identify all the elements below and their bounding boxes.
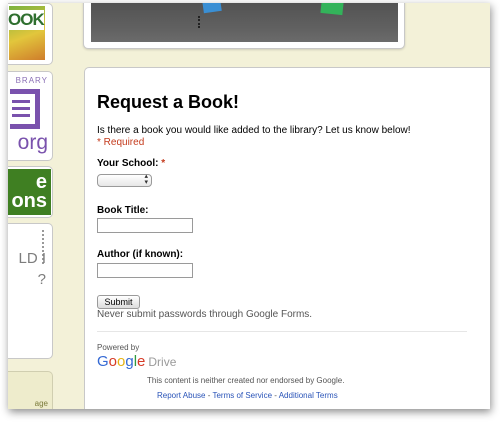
footer-links: Report Abuse - Terms of Service - Additi… [157,391,338,400]
form-description: Is there a book you would like added to … [97,125,411,136]
password-warning: Never submit passwords through Google Fo… [97,309,313,320]
required-note: * Required [97,137,145,148]
lessons-logo: e ons [8,169,51,215]
author-label: Author (if known): [97,249,184,260]
google-logo-letter: g [125,353,134,370]
school-select[interactable]: ▴ ▾ [97,173,152,187]
google-form-card: Request a Book! Is there a book you woul… [84,67,490,409]
library-book-line [12,107,30,110]
author-input[interactable] [97,263,193,278]
book-title-label: Book Title: [97,205,149,216]
terms-of-service-link[interactable]: Terms of Service [212,391,272,400]
screenshot-frame: OOK BRARY org e ons LD I ? age Request a… [8,3,490,409]
school-label-text: Your School: [97,158,159,169]
sidebar-text-card: LD I ? [8,223,53,359]
library-org-card[interactable]: BRARY org [8,71,53,161]
library-org-text: org [17,131,48,154]
sidebar-bottom-card: age [8,371,53,409]
required-star: * [161,158,166,169]
form-divider [97,331,467,332]
school-question-label: Your School: * [97,158,165,169]
google-drive-logo[interactable]: Google Drive [97,353,176,370]
additional-terms-link[interactable]: Additional Terms [279,391,338,400]
submit-button[interactable]: Submit [97,295,140,309]
google-logo-letter: G [97,353,109,370]
google-disclaimer: This content is neither created nor endo… [147,376,345,385]
form-title: Request a Book! [97,92,240,112]
library-logo: BRARY org [10,76,48,158]
lessons-card[interactable]: e ons [8,166,53,218]
report-abuse-link[interactable]: Report Abuse [157,391,205,400]
link-separator: - [272,391,279,400]
drive-label: Drive [148,355,177,369]
google-logo-letter: o [108,353,118,370]
classroom-photo [91,3,398,42]
library-book-line [12,100,30,103]
book-logo-text: OOK [8,10,45,30]
book-title-input[interactable] [97,218,193,233]
book-logo-card[interactable]: OOK [8,3,53,65]
sidebar-text-fragment: LD I ? [18,250,46,288]
powered-by-text: Powered by [97,343,140,352]
google-logo-letter: e [137,353,146,370]
updown-arrows-icon: ▴ ▾ [144,173,148,186]
sidebar-bottom-fragment[interactable]: age [8,399,48,408]
photo-marking [198,16,202,28]
photo-blue-note [202,3,222,14]
library-book-icon [10,89,40,129]
library-book-line [12,114,30,117]
library-logo-top-text: BRARY [15,76,48,85]
photo-card [83,3,405,49]
lessons-logo-text: e ons [11,171,47,212]
left-sidebar: OOK BRARY org e ons LD I ? age [8,3,66,409]
photo-green-note [320,3,344,16]
